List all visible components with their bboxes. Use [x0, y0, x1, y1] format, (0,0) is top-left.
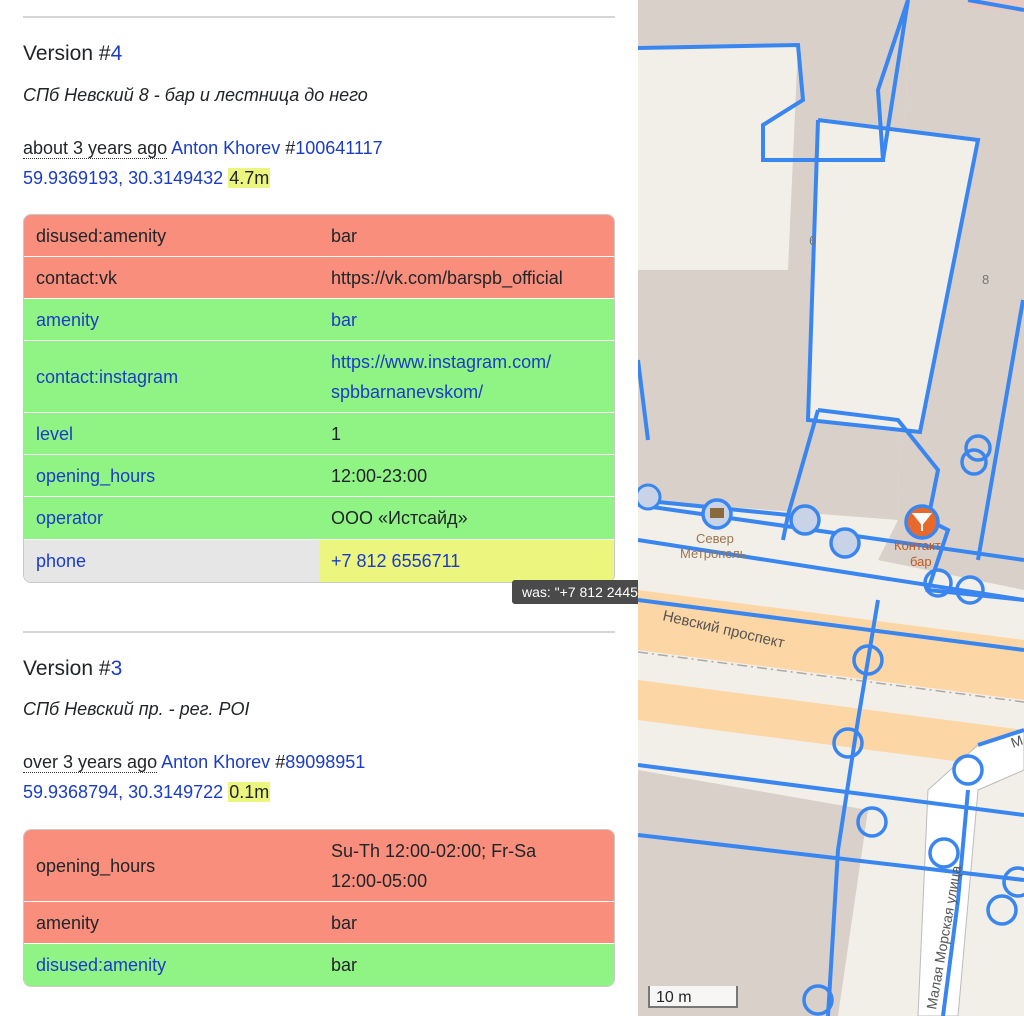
tag-value-line: 12:00-05:00	[331, 870, 428, 891]
history-panel: Version #4 СПб Невский 8 - бар и лестниц…	[0, 0, 638, 1016]
tag-key: amenity	[24, 902, 319, 944]
version-title: Version #4	[23, 42, 122, 66]
tag-value: 1	[319, 413, 614, 455]
divider	[23, 16, 615, 18]
tag-value: ООО «Истсайд»	[319, 497, 614, 540]
version-meta: over 3 years ago Anton Khorev #89098951 …	[23, 747, 365, 807]
tag-key-link[interactable]: amenity	[24, 299, 319, 341]
changeset-comment: СПб Невский пр. - рег. POI	[23, 699, 250, 719]
tag-key-link[interactable]: level	[24, 413, 319, 455]
version-title-prefix: Version #	[23, 657, 111, 680]
tag-row-added: contact:instagram https://www.instagram.…	[24, 341, 614, 413]
tag-row-added: opening_hours 12:00-23:00	[24, 455, 614, 497]
poi-label: Север	[696, 531, 734, 546]
version-title: Version #3	[23, 657, 122, 681]
tag-row-added: amenity bar	[24, 299, 614, 341]
poi-label: Метрополь	[680, 546, 747, 561]
tag-value-line: Su-Th 12:00-02:00; Fr-Sa	[331, 840, 537, 861]
version-meta: about 3 years ago Anton Khorev #10064111…	[23, 133, 383, 193]
tag-key: contact:vk	[24, 257, 319, 299]
distance-badge: 0.1m	[228, 782, 271, 802]
tag-diff-table: disused:amenity bar contact:vk https://v…	[23, 214, 615, 583]
changeset-link[interactable]: 100641117	[295, 138, 382, 158]
tag-value-link[interactable]: bar	[319, 299, 614, 341]
tag-row-removed: amenity bar	[24, 902, 614, 944]
tag-key-link[interactable]: contact:instagram	[24, 341, 319, 413]
tag-row-added: level 1	[24, 413, 614, 455]
version-number-link[interactable]: 4	[111, 42, 123, 65]
tag-value: Su-Th 12:00-02:00; Fr-Sa 12:00-05:00	[319, 830, 614, 902]
tag-value: https://vk.com/barspb_official	[319, 257, 614, 299]
tag-key-link[interactable]: disused:amenity	[24, 944, 319, 986]
tag-value: bar	[319, 944, 614, 986]
version-time: over 3 years ago	[23, 752, 158, 773]
tag-key-link[interactable]: operator	[24, 497, 319, 540]
tag-value-line: https://www.instagram.com/	[331, 351, 552, 372]
user-link[interactable]: Anton Khorev	[171, 138, 280, 158]
tag-value: 12:00-23:00	[319, 455, 614, 497]
tag-row-added: operator ООО «Истсайд»	[24, 497, 614, 540]
coordinates-link[interactable]: 59.9369193, 30.3149432	[23, 168, 223, 188]
map-view[interactable]: 6 8 Север Метрополь Контакт бар Невский …	[638, 0, 1024, 1016]
tag-key: opening_hours	[24, 830, 319, 902]
distance-badge: 4.7m	[228, 168, 271, 188]
tag-value: bar	[319, 902, 614, 944]
divider	[23, 631, 615, 633]
changeset-hash: #	[275, 752, 286, 772]
tag-row-removed: disused:amenity bar	[24, 215, 614, 257]
tag-value-link[interactable]: +7 812 6556711	[319, 540, 614, 582]
map-canvas[interactable]: 6 8 Север Метрополь Контакт бар Невский …	[638, 0, 1024, 1016]
tag-row-added: disused:amenity bar	[24, 944, 614, 986]
hotel-icon	[638, 483, 662, 511]
tag-value: bar	[319, 215, 614, 257]
version-title-prefix: Version #	[23, 42, 111, 65]
tag-row-modified: phone +7 812 6556711	[24, 540, 614, 582]
tag-row-removed: opening_hours Su-Th 12:00-02:00; Fr-Sa 12…	[24, 830, 614, 902]
tag-diff-table: opening_hours Su-Th 12:00-02:00; Fr-Sa 12…	[23, 829, 615, 987]
changeset-link[interactable]: 89098951	[285, 752, 365, 772]
poi-label: Контакт	[894, 538, 941, 553]
tag-value-link[interactable]: https://www.instagram.com/spbbarnanevsko…	[319, 341, 614, 413]
user-link[interactable]: Anton Khorev	[161, 752, 270, 772]
node-marker	[829, 527, 861, 559]
poi-label: бар	[910, 554, 932, 569]
tag-key-link[interactable]: phone	[24, 540, 319, 582]
courtyard	[638, 45, 798, 270]
tag-row-removed: contact:vk https://vk.com/barspb_officia…	[24, 257, 614, 299]
building-number: 6	[809, 233, 816, 248]
building-number: 8	[982, 272, 989, 287]
tag-value-line: spbbarnanevskom/	[331, 381, 484, 402]
cup-icon	[710, 508, 724, 518]
tag-key-link[interactable]: opening_hours	[24, 455, 319, 497]
version-number-link[interactable]: 3	[111, 657, 123, 680]
coordinates-link[interactable]: 59.9368794, 30.3149722	[23, 782, 223, 802]
changeset-hash: #	[285, 138, 296, 158]
scroll-fade	[0, 992, 638, 1016]
version-time: about 3 years ago	[23, 138, 168, 159]
tag-key: disused:amenity	[24, 215, 319, 257]
node-marker	[789, 504, 821, 536]
changeset-comment: СПб Невский 8 - бар и лестница до него	[23, 85, 368, 105]
map-scale: 10 m	[648, 986, 738, 1008]
